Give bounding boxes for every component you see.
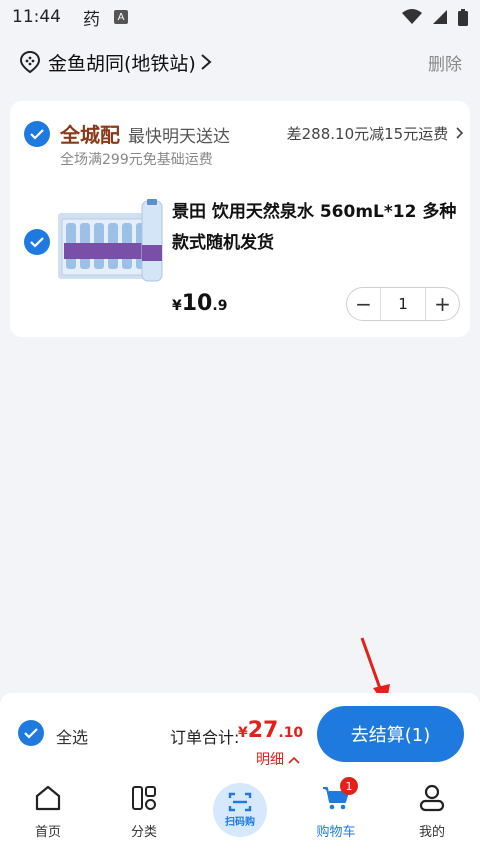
detail-label: 明细 [256,752,284,768]
total-decimal: .10 [278,725,304,741]
wifi-icon [402,9,422,24]
tab-cart[interactable]: 1 购物车 [288,775,384,854]
scan-icon [228,792,252,812]
total-currency: ¥ [238,725,248,741]
profile-icon [419,784,445,812]
group-select-checkbox[interactable] [24,121,50,147]
tab-label: 购物车 [316,825,356,840]
price-decimal: .9 [212,298,228,314]
check-icon [30,237,44,248]
item-select-checkbox[interactable] [24,229,50,255]
product-price: ¥10.9 [172,291,227,316]
a-notification-icon: A [114,10,128,24]
chevron-up-icon [288,756,301,764]
tab-label: 首页 [34,825,61,840]
total-integer: 27 [247,718,279,743]
free-shipping-note: 全场满299元免基础运费 [60,152,213,168]
tab-label: 分类 [130,825,157,840]
tab-home[interactable]: 首页 [0,775,96,854]
store-brand: 全城配 [60,123,120,147]
tab-label: 我的 [418,825,445,840]
product-image[interactable] [58,199,170,285]
order-total-value: ¥27.10 [238,718,303,743]
tab-scan-buy[interactable]: 扫码购 [192,775,288,854]
shipping-promo-text: 差288.10元减15元运费 [286,125,449,143]
price-detail-toggle[interactable]: 明细 [256,749,301,769]
address-bar[interactable]: 金鱼胡同(地铁站) 删除 [0,40,480,84]
status-bar: 11:44 药 A [0,0,480,34]
cart-count-badge: 1 [340,777,358,795]
checkout-button[interactable]: 去结算(1) [317,706,464,762]
category-icon [132,786,156,810]
chevron-right-icon [201,54,212,70]
tab-profile[interactable]: 我的 [384,775,480,854]
increase-quantity-button[interactable]: + [426,288,459,320]
signal-icon [433,10,447,24]
tab-category[interactable]: 分类 [96,775,192,854]
quantity-stepper: − 1 + [346,287,460,321]
location-pin-icon [19,50,41,74]
select-all-checkbox[interactable] [18,720,44,746]
status-time: 11:44 [12,7,61,27]
delivery-time: 最快明天送达 [128,127,230,147]
delivery-address[interactable]: 金鱼胡同(地铁站) [48,49,196,76]
delete-button[interactable]: 删除 [428,50,462,75]
price-currency: ¥ [172,298,182,314]
app-notification-glyph: 药 [83,9,100,30]
scan-label: 扫码购 [225,817,255,828]
battery-icon [458,8,468,26]
cart-card: 全城配 最快明天送达 差288.10元减15元运费 全场满299元免基础运费 景… [10,101,470,337]
shipping-promo-link[interactable]: 差288.10元减15元运费 [287,123,464,144]
scan-button: 扫码购 [213,783,267,837]
chevron-right-icon [456,127,464,139]
quantity-value[interactable]: 1 [380,288,426,320]
home-icon [35,785,61,811]
cart-item: 景田 饮用天然泉水 560mL*12 多种款式随机发货 ¥10.9 − 1 + [24,193,464,323]
price-integer: 10 [181,291,213,316]
check-icon [24,728,38,739]
check-icon [30,129,44,140]
status-right [402,8,468,26]
select-all-label[interactable]: 全选 [56,724,88,748]
order-total-label: 订单合计: [170,728,240,747]
checkout-bar: 全选 订单合计: ¥27.10 明细 去结算(1) [0,693,480,775]
product-name[interactable]: 景田 饮用天然泉水 560mL*12 多种款式随机发货 [172,197,462,259]
bottom-tab-bar: 首页 分类 扫码购 1 购物车 我的 [0,775,480,854]
decrease-quantity-button[interactable]: − [347,288,380,320]
